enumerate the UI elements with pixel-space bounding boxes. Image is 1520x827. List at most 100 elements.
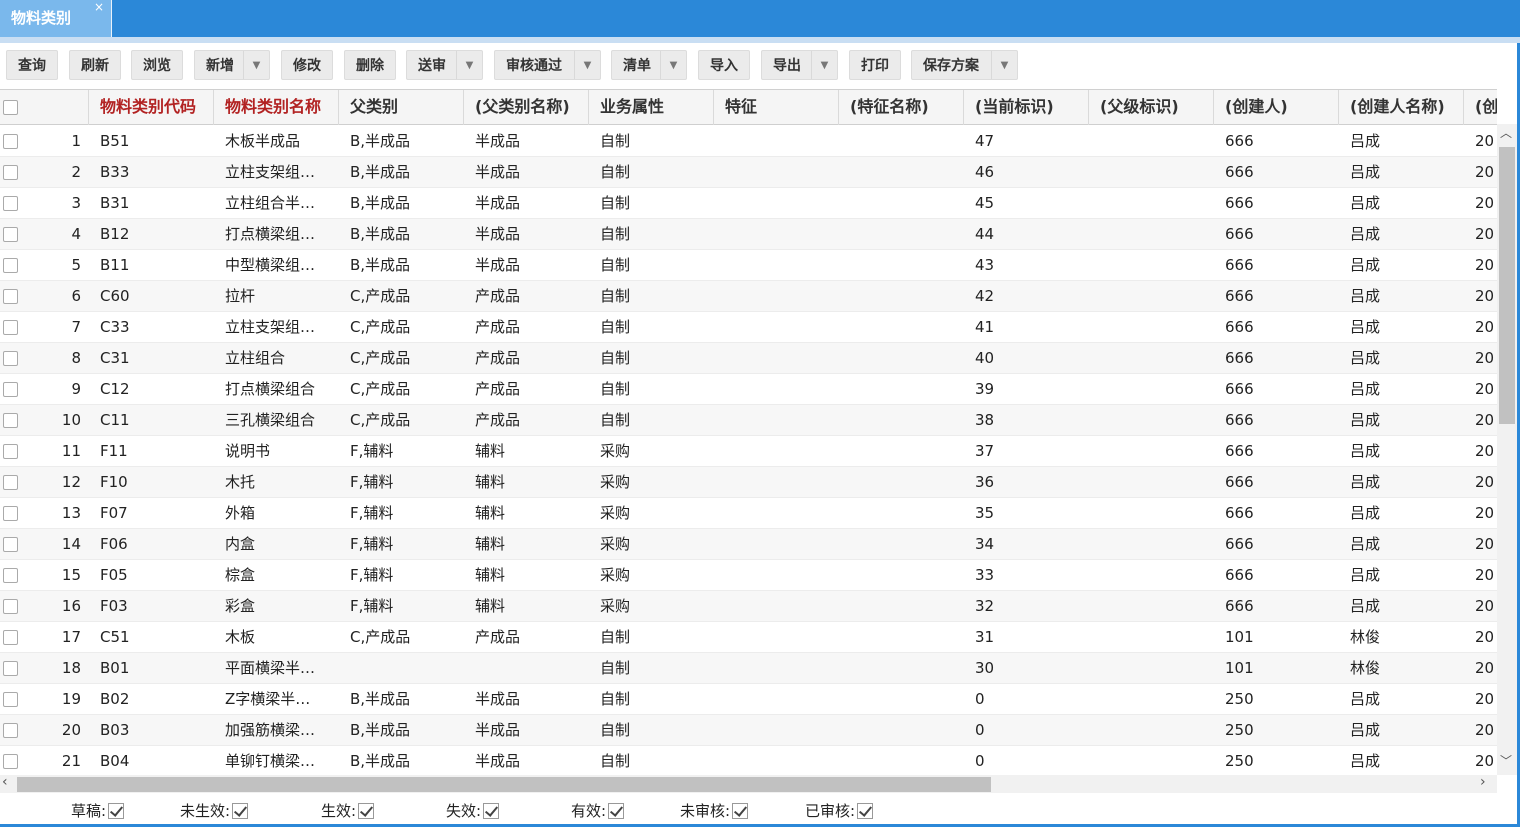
cell-created: 20 (1475, 442, 1495, 460)
column-header-7[interactable]: (当前标识) (964, 90, 1089, 125)
row-checkbox[interactable] (3, 320, 18, 335)
row-checkbox[interactable] (3, 165, 18, 180)
toolbar-button-1[interactable]: 刷新 (69, 50, 121, 80)
table-row[interactable]: 14 F06 内盒 F,辅料 辅料 采购 34 666 吕成 20 (0, 529, 1497, 560)
row-checkbox[interactable] (3, 351, 18, 366)
status-filter-checkbox[interactable] (358, 802, 375, 819)
column-header-5[interactable]: 特征 (714, 90, 839, 125)
row-checkbox[interactable] (3, 568, 18, 583)
column-header-1[interactable]: 物料类别名称 (214, 90, 339, 125)
grid-header: 物料类别代码 物料类别名称 父类别 (父类别名称) 业务属性 特征 (特征名称) (当前标识)… (0, 90, 1497, 125)
table-row[interactable]: 16 F03 彩盒 F,辅料 辅料 采购 32 666 吕成 20 (0, 591, 1497, 622)
column-header-8[interactable]: (父级标识) (1089, 90, 1214, 125)
row-checkbox[interactable] (3, 630, 18, 645)
table-row[interactable]: 10 C11 三孔横梁组合 C,产成品 产成品 自制 38 666 吕成 20 (0, 405, 1497, 436)
close-icon[interactable]: × (94, 0, 104, 14)
cell-name: 立柱组合半… (225, 194, 316, 212)
table-row[interactable]: 11 F11 说明书 F,辅料 辅料 采购 37 666 吕成 20 (0, 436, 1497, 467)
table-row[interactable]: 17 C51 木板 C,产成品 产成品 自制 31 101 林俊 20 (0, 622, 1497, 653)
scroll-left-icon[interactable]: ‹ (2, 774, 8, 790)
toolbar-button-3[interactable]: 新增 ▼ (194, 50, 270, 80)
toolbar-button-12[interactable]: 保存方案 ▼ (911, 50, 1018, 80)
column-header-11[interactable]: (创建时 (1464, 90, 1497, 125)
row-checkbox[interactable] (3, 537, 18, 552)
column-header-4[interactable]: 业务属性 (589, 90, 714, 125)
table-row[interactable]: 4 B12 打点横梁组… B,半成品 半成品 自制 44 666 吕成 20 (0, 219, 1497, 250)
cell-parent-id (1089, 157, 1214, 188)
column-header-2[interactable]: 父类别 (339, 90, 464, 125)
cell-feat-name (839, 498, 964, 529)
row-checkbox[interactable] (3, 754, 18, 769)
table-row[interactable]: 7 C33 立柱支架组… C,产成品 产成品 自制 41 666 吕成 20 (0, 312, 1497, 343)
toolbar-button-6[interactable]: 送审 ▼ (406, 50, 483, 80)
row-checkbox[interactable] (3, 599, 18, 614)
table-row[interactable]: 5 B11 中型横梁组… B,半成品 半成品 自制 43 666 吕成 20 (0, 250, 1497, 281)
status-filter-checkbox[interactable] (857, 802, 874, 819)
scroll-right-icon[interactable]: › (1480, 774, 1486, 790)
horizontal-scroll-thumb[interactable] (17, 777, 991, 792)
chevron-down-icon[interactable]: ▼ (574, 51, 600, 79)
table-row[interactable]: 18 B01 平面横梁半… 自制 30 101 林俊 20 (0, 653, 1497, 684)
status-filter-checkbox[interactable] (232, 802, 249, 819)
column-header-3[interactable]: (父类别名称) (464, 90, 589, 125)
status-filter-checkbox[interactable] (608, 802, 625, 819)
chevron-down-icon[interactable]: ▼ (660, 51, 686, 79)
table-row[interactable]: 1 B51 木板半成品 B,半成品 半成品 自制 47 666 吕成 20 (0, 126, 1497, 157)
column-header-6[interactable]: (特征名称) (839, 90, 964, 125)
table-row[interactable]: 3 B31 立柱组合半… B,半成品 半成品 自制 45 666 吕成 20 (0, 188, 1497, 219)
toolbar-button-2[interactable]: 浏览 (131, 50, 183, 80)
scroll-down-icon[interactable]: ﹀ (1500, 752, 1512, 769)
toolbar-button-9[interactable]: 导入 (698, 50, 750, 80)
row-checkbox[interactable] (3, 661, 18, 676)
row-checkbox[interactable] (3, 475, 18, 490)
row-checkbox[interactable] (3, 196, 18, 211)
vertical-scroll-thumb[interactable] (1499, 147, 1515, 424)
row-checkbox[interactable] (3, 227, 18, 242)
toolbar-button-8[interactable]: 清单 ▼ (611, 50, 687, 80)
row-checkbox[interactable] (3, 382, 18, 397)
table-row[interactable]: 6 C60 拉杆 C,产成品 产成品 自制 42 666 吕成 20 (0, 281, 1497, 312)
toolbar-button-7[interactable]: 审核通过 ▼ (494, 50, 601, 80)
cell-feat-name (839, 560, 964, 591)
row-checkbox[interactable] (3, 444, 18, 459)
row-checkbox[interactable] (3, 723, 18, 738)
toolbar-button-0[interactable]: 查询 (6, 50, 58, 80)
column-header-9[interactable]: (创建人) (1214, 90, 1339, 125)
table-row[interactable]: 21 B04 单铆钉横梁… B,半成品 半成品 自制 0 250 吕成 20 (0, 746, 1497, 775)
row-checkbox[interactable] (3, 506, 18, 521)
cell-code: F03 (100, 597, 128, 615)
table-row[interactable]: 13 F07 外箱 F,辅料 辅料 采购 35 666 吕成 20 (0, 498, 1497, 529)
table-row[interactable]: 2 B33 立柱支架组… B,半成品 半成品 自制 46 666 吕成 20 (0, 157, 1497, 188)
row-checkbox[interactable] (3, 413, 18, 428)
table-row[interactable]: 9 C12 打点横梁组合 C,产成品 产成品 自制 39 666 吕成 20 (0, 374, 1497, 405)
status-filter-checkbox[interactable] (483, 802, 500, 819)
chevron-down-icon[interactable]: ▼ (991, 51, 1017, 79)
toolbar-button-11[interactable]: 打印 (849, 50, 901, 80)
row-number: 18 (61, 659, 81, 677)
column-header-0[interactable]: 物料类别代码 (89, 90, 214, 125)
status-filter-checkbox[interactable] (732, 802, 749, 819)
row-checkbox[interactable] (3, 134, 18, 149)
row-checkbox[interactable] (3, 289, 18, 304)
table-row[interactable]: 19 B02 Z字横梁半… B,半成品 半成品 自制 0 250 吕成 20 (0, 684, 1497, 715)
column-header-10[interactable]: (创建人名称) (1339, 90, 1464, 125)
toolbar-button-10[interactable]: 导出 ▼ (761, 50, 838, 80)
chevron-down-icon[interactable]: ▼ (456, 51, 482, 79)
cell-creator-name: 吕成 (1350, 690, 1381, 708)
cell-name: 内盒 (225, 535, 256, 553)
cell-created: 20 (1475, 473, 1495, 491)
scroll-up-icon[interactable]: ︿ (1500, 124, 1512, 141)
table-row[interactable]: 15 F05 棕盒 F,辅料 辅料 采购 33 666 吕成 20 (0, 560, 1497, 591)
row-checkbox[interactable] (3, 692, 18, 707)
toolbar-button-5[interactable]: 删除 (344, 50, 396, 80)
row-checkbox[interactable] (3, 258, 18, 273)
chevron-down-icon[interactable]: ▼ (243, 51, 269, 79)
table-row[interactable]: 8 C31 立柱组合 C,产成品 产成品 自制 40 666 吕成 20 (0, 343, 1497, 374)
cell-attr: 自制 (600, 349, 631, 367)
tab-material-category[interactable]: 物料类别 × (0, 0, 112, 37)
table-row[interactable]: 20 B03 加强筋横梁… B,半成品 半成品 自制 0 250 吕成 20 (0, 715, 1497, 746)
toolbar-button-4[interactable]: 修改 (281, 50, 333, 80)
chevron-down-icon[interactable]: ▼ (811, 51, 837, 79)
status-filter-checkbox[interactable] (108, 802, 125, 819)
table-row[interactable]: 12 F10 木托 F,辅料 辅料 采购 36 666 吕成 20 (0, 467, 1497, 498)
